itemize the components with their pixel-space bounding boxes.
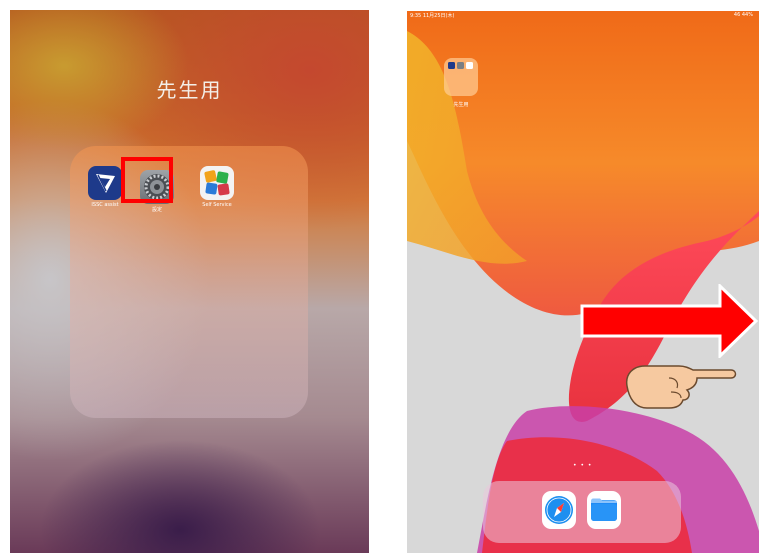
app-label: ISSC assist <box>91 202 119 208</box>
right-screen-home[interactable]: 9:35 11月25日(木) 46 44% 先生用 • • • <box>407 11 759 553</box>
app-label: 設定 <box>151 207 162 213</box>
swipe-right-arrow-icon <box>580 284 758 358</box>
dock <box>483 481 681 543</box>
page-indicator: • • • <box>573 462 593 469</box>
app-label: Self Service <box>202 202 232 208</box>
safari-icon[interactable] <box>542 491 576 529</box>
folder-title: 先生用 <box>156 78 223 102</box>
left-screen-folder-open: 先生用 ISSC assist 設定 Self Service <box>10 10 369 553</box>
issc-assist-icon <box>88 166 122 200</box>
status-bar-time: 9:35 11月25日(木) <box>410 13 455 19</box>
folder-icon[interactable] <box>444 58 478 96</box>
app-self-service[interactable]: Self Service <box>200 166 234 208</box>
status-bar-battery: 46 44% <box>733 12 753 18</box>
pointing-hand-icon <box>625 365 737 409</box>
folder-label: 先生用 <box>453 102 469 108</box>
app-issc-assist[interactable]: ISSC assist <box>88 166 122 208</box>
files-icon[interactable] <box>587 491 621 529</box>
settings-highlight-box <box>121 157 173 203</box>
self-service-icon <box>200 166 234 200</box>
